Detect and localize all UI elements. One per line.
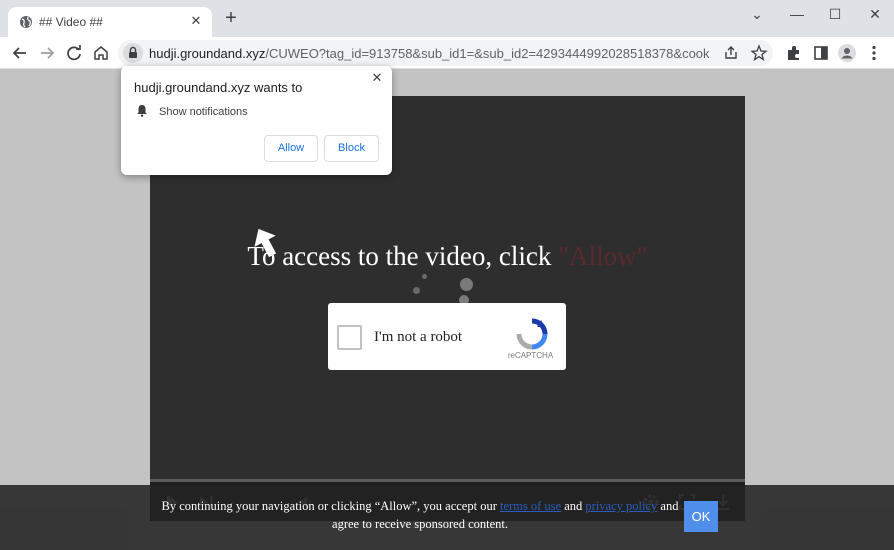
- tab-title: ## Video ##: [39, 15, 103, 29]
- close-window-button[interactable]: ✕: [864, 5, 886, 23]
- consent-text: By continuing your navigation or clickin…: [160, 497, 680, 533]
- star-icon[interactable]: [750, 44, 768, 62]
- side-panel-icon[interactable]: [811, 43, 831, 63]
- recaptcha-checkbox[interactable]: [337, 325, 362, 350]
- browser-tab[interactable]: ## Video ## ✕: [8, 7, 212, 37]
- recaptcha-brand: reCAPTCHA: [507, 351, 554, 360]
- allow-button[interactable]: Allow: [264, 135, 318, 162]
- lock-icon: [129, 46, 137, 58]
- prompt-title: hudji.groundand.xyz wants to: [134, 80, 303, 95]
- back-arrow-icon[interactable]: [9, 42, 31, 64]
- headline-text: To access to the video, click: [247, 241, 559, 271]
- terms-of-use-link[interactable]: terms of use: [500, 499, 561, 513]
- url-path: /CUWEO?tag_id=913758&sub_id1=&sub_id2=42…: [265, 46, 709, 61]
- headline-allow-text: "Allow": [558, 241, 648, 271]
- profile-icon[interactable]: [837, 43, 857, 63]
- url-host: hudji.groundand.xyz: [149, 46, 266, 61]
- forward-arrow-icon[interactable]: [36, 42, 58, 64]
- extensions-icon[interactable]: [784, 43, 804, 63]
- site-info-button[interactable]: [123, 43, 143, 63]
- video-headline: To access to the video, click "Allow": [150, 241, 745, 272]
- globe-icon: [20, 16, 32, 28]
- chevron-down-icon[interactable]: ⌄: [746, 5, 768, 23]
- consent-text-before: By continuing your navigation or clickin…: [161, 499, 500, 513]
- recaptcha-widget: I'm not a robot reCAPTCHA: [328, 303, 566, 370]
- home-icon[interactable]: [90, 42, 112, 64]
- minimize-button[interactable]: —: [786, 5, 808, 23]
- ok-button[interactable]: OK: [684, 501, 718, 532]
- url-text: hudji.groundand.xyz/CUWEO?tag_id=913758&…: [149, 46, 709, 61]
- menu-dots-icon[interactable]: [864, 43, 884, 63]
- consent-text-and: and: [561, 499, 586, 513]
- address-bar[interactable]: hudji.groundand.xyz/CUWEO?tag_id=913758&…: [118, 40, 773, 66]
- privacy-policy-link[interactable]: privacy policy: [585, 499, 657, 513]
- browser-toolbar: hudji.groundand.xyz/CUWEO?tag_id=913758&…: [0, 37, 894, 69]
- tab-close-icon[interactable]: ✕: [188, 13, 204, 29]
- block-button[interactable]: Block: [324, 135, 379, 162]
- prompt-close-icon[interactable]: ✕: [370, 71, 384, 85]
- recaptcha-logo-icon: [516, 318, 548, 350]
- reload-icon[interactable]: [63, 42, 85, 64]
- tab-strip: ## Video ## ✕ + ⌄ — ☐ ✕: [0, 0, 894, 37]
- share-icon[interactable]: [722, 44, 740, 62]
- recaptcha-label: I'm not a robot: [374, 329, 463, 345]
- new-tab-button[interactable]: +: [222, 8, 240, 28]
- consent-banner: By continuing your navigation or clickin…: [0, 485, 894, 550]
- bell-icon: [137, 105, 147, 117]
- prompt-permission-text: Show notifications: [159, 106, 248, 118]
- notification-permission-prompt: hudji.groundand.xyz wants to ✕ Show noti…: [121, 66, 392, 175]
- maximize-button[interactable]: ☐: [824, 5, 846, 23]
